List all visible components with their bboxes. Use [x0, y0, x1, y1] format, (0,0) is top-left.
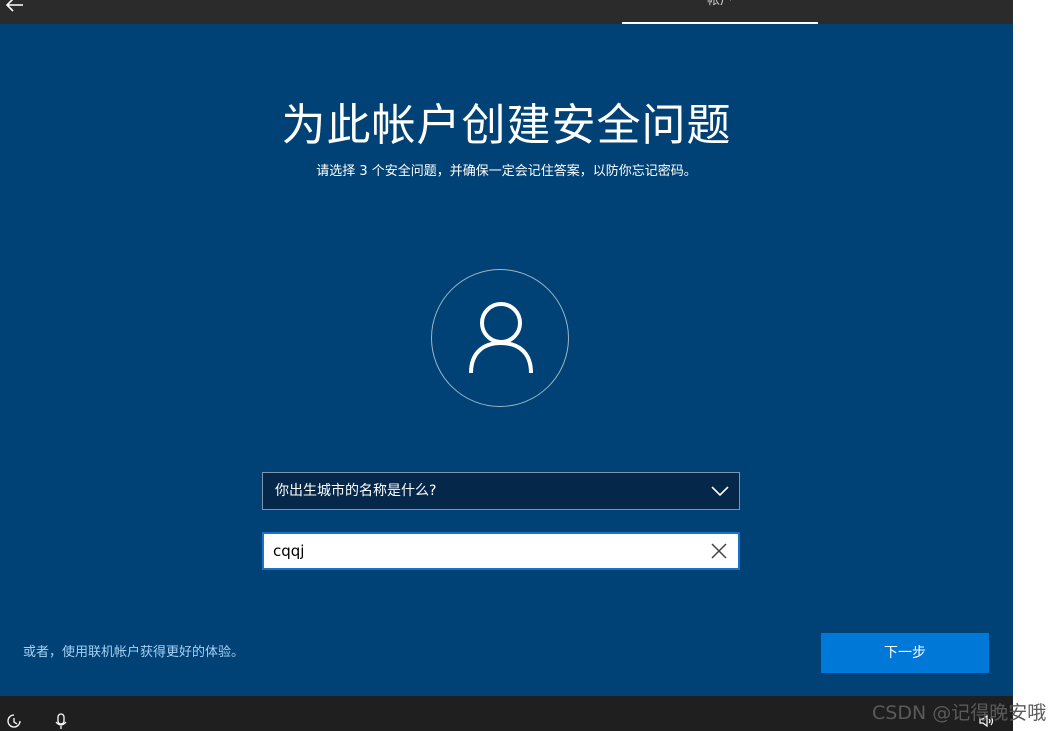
- oobe-screen: 帐户 为此帐户创建安全问题 请选择 3 个安全问题，并确保一定会记住答案，以防你…: [0, 0, 1058, 731]
- watermark: CSDN @记得晚安哦: [872, 702, 1047, 724]
- close-icon[interactable]: [710, 542, 728, 560]
- back-button[interactable]: [2, 0, 28, 16]
- security-answer-input[interactable]: [264, 534, 694, 568]
- chevron-down-icon: [711, 486, 729, 497]
- bottom-bar: [0, 696, 1013, 731]
- ease-of-access-icon[interactable]: [5, 713, 23, 729]
- online-account-link[interactable]: 或者，使用联机帐户获得更好的体验。: [23, 644, 244, 662]
- main-panel: 为此帐户创建安全问题 请选择 3 个安全问题，并确保一定会记住答案，以防你忘记密…: [0, 24, 1013, 696]
- page-subtitle: 请选择 3 个安全问题，并确保一定会记住答案，以防你忘记密码。: [316, 164, 697, 179]
- security-question-selected: 你出生城市的名称是什么?: [275, 483, 437, 499]
- microphone-icon[interactable]: [53, 713, 71, 729]
- top-bar: 帐户: [0, 0, 1013, 24]
- next-button[interactable]: 下一步: [821, 633, 989, 673]
- tab-account: 帐户: [706, 0, 733, 8]
- page-title: 为此帐户创建安全问题: [281, 100, 732, 151]
- avatar: [431, 269, 569, 407]
- security-answer-field: [262, 532, 740, 570]
- outer-margin: [1013, 0, 1058, 731]
- back-arrow-icon: [6, 0, 23, 12]
- user-icon: [469, 302, 533, 374]
- security-question-select[interactable]: 你出生城市的名称是什么?: [262, 472, 740, 510]
